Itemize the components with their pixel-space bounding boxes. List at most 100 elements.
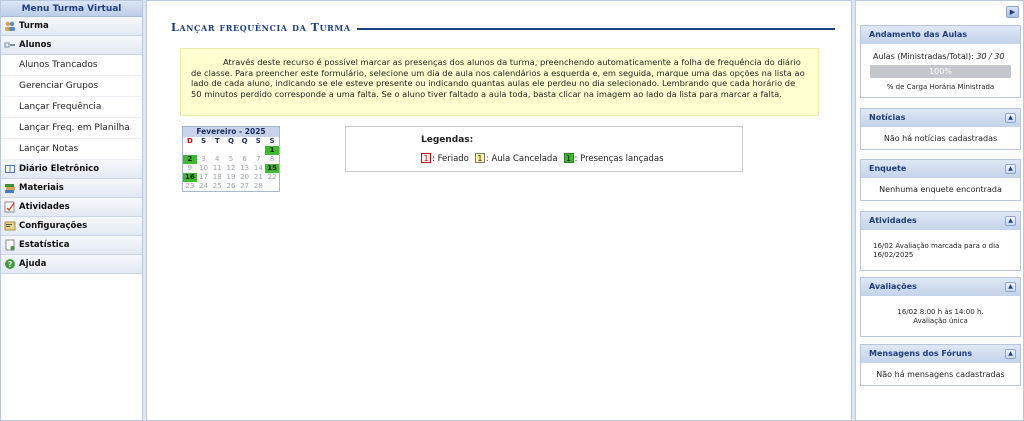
classes-value: 30 / 30 xyxy=(976,52,1005,61)
menu-item-lancar-notas[interactable]: Lançar Notas xyxy=(1,139,142,160)
calendar-day[interactable]: 2 xyxy=(183,155,197,164)
progress-text: 100% xyxy=(929,67,952,76)
calendar-day[interactable]: 3 xyxy=(197,155,211,164)
panel-foruns: Mensagens dos Fóruns ▲ Não há mensagens c… xyxy=(860,344,1021,386)
evaluation-item[interactable]: 16/02 8:00 h às 14:00 h. Avaliação única xyxy=(861,296,1020,326)
right-sidebar: ▶ Andamento das Aulas Aulas (Ministradas… xyxy=(855,0,1024,421)
panel-title: Enquete xyxy=(869,164,907,173)
legend-box: Legendas: 1: Feriado 1: Aula Cancelada 1… xyxy=(345,126,743,172)
collapse-icon[interactable]: ▲ xyxy=(1005,216,1016,226)
legend-attendance-label: : Presenças lançadas xyxy=(574,154,664,164)
calendar-day[interactable]: 27 xyxy=(238,182,252,191)
legend-holiday: 1: Feriado xyxy=(421,153,469,164)
calendar-day[interactable]: 26 xyxy=(224,182,238,191)
calendar-day[interactable]: 22 xyxy=(265,173,279,182)
calendar: Fevereiro - 2025 D S T Q Q S S 123456789… xyxy=(182,126,280,192)
calendar-day[interactable]: 17 xyxy=(197,173,211,182)
menu-item-gerenciar-grupos[interactable]: Gerenciar Grupos xyxy=(1,76,142,97)
panel-noticias: Notícias ▲ Não há notícias cadastradas xyxy=(860,108,1021,150)
calendar-day[interactable]: 25 xyxy=(210,182,224,191)
svg-text:?: ? xyxy=(8,260,13,269)
calendar-day[interactable]: 10 xyxy=(197,164,211,173)
weekday-label: Q xyxy=(241,137,248,145)
menu-section-configuracoes[interactable]: Configurações xyxy=(1,217,142,236)
evaluation-time: 16/02 8:00 h às 14:00 h. xyxy=(897,308,984,316)
menu-section-materiais[interactable]: Materiais xyxy=(1,179,142,198)
menu-section-label: Atividades xyxy=(19,202,70,212)
progress-bar: 100% xyxy=(870,65,1011,78)
legend-row: 1: Feriado 1: Aula Cancelada 1: Presença… xyxy=(421,153,670,164)
evaluation-type: Avaliação única xyxy=(913,317,968,325)
calendar-week: 1 xyxy=(183,146,279,155)
panel-text: Nenhuma enquete encontrada xyxy=(879,185,1002,194)
calendar-day[interactable]: 24 xyxy=(197,182,211,191)
legend-holiday-box: 1 xyxy=(421,153,431,163)
weekday-label: D xyxy=(186,137,193,145)
calendar-grid: D S T Q Q S S 1 2 3 4 5 6 7 8 9 10 11 12 13 14 15 16 17 1… xyxy=(183,137,279,191)
activity-date: 16/02 xyxy=(873,242,894,250)
calendar-day[interactable]: 8 xyxy=(265,155,279,164)
menu-section-label: Materiais xyxy=(19,183,64,193)
collapse-icon[interactable]: ▲ xyxy=(1005,113,1016,123)
calendar-day[interactable]: 21 xyxy=(251,173,265,182)
menu-section-diario[interactable]: Diário Eletrônico xyxy=(1,160,142,179)
calendar-day[interactable]: 6 xyxy=(238,155,252,164)
menu-section-ajuda[interactable]: ? Ajuda xyxy=(1,255,142,274)
calendar-week: 23 24 25 26 27 28 xyxy=(183,182,279,191)
legend-title: Legendas: xyxy=(421,135,474,145)
calendar-day[interactable]: 7 xyxy=(251,155,265,164)
menu-section-alunos[interactable]: Alunos xyxy=(1,36,142,55)
statistics-icon xyxy=(4,239,16,251)
weekday-label: S xyxy=(201,137,207,145)
menu-item-alunos-trancados[interactable]: Alunos Trancados xyxy=(1,55,142,76)
calendar-day[interactable]: 12 xyxy=(224,164,238,173)
collapse-icon[interactable]: ▲ xyxy=(1005,349,1016,359)
menu-item-lancar-freq-planilha[interactable]: Lançar Freq. em Planilha xyxy=(1,118,142,139)
legend-cancelled-label: : Aula Cancelada xyxy=(485,154,558,164)
weekday-label: S xyxy=(255,137,261,145)
collapse-icon[interactable]: ▲ xyxy=(1005,164,1016,174)
activity-item[interactable]: 16/02 Avaliação marcada para o dia 16/02… xyxy=(861,230,1020,259)
calendar-day[interactable]: 9 xyxy=(183,164,197,173)
weekday-label: T xyxy=(214,137,220,145)
progress-caption: % de Carga Horária Ministrada xyxy=(886,83,995,91)
panel-header: Atividades ▲ xyxy=(861,212,1020,230)
calendar-day[interactable]: 23 xyxy=(183,182,197,191)
panel-enquete: Enquete ▲ Nenhuma enquete encontrada xyxy=(860,159,1021,201)
calendar-day[interactable]: 1 xyxy=(265,146,279,155)
calendar-day[interactable]: 16 xyxy=(183,173,197,182)
calendar-empty-cell xyxy=(197,146,211,155)
activity-icon xyxy=(4,201,16,213)
menu-item-lancar-frequencia[interactable]: Lançar Frequência xyxy=(1,97,142,118)
calendar-day[interactable]: 13 xyxy=(238,164,252,173)
calendar-empty-cell xyxy=(238,146,252,155)
calendar-empty-cell xyxy=(265,182,279,191)
materials-icon xyxy=(4,182,16,194)
calendar-day[interactable]: 14 xyxy=(251,164,265,173)
calendar-day[interactable]: 28 xyxy=(251,182,265,191)
calendar-day[interactable]: 15 xyxy=(265,164,279,173)
panel-header: Avaliações ▲ xyxy=(861,278,1020,296)
weekday-label: Q xyxy=(227,137,234,145)
arrow-right-icon[interactable]: ▶ xyxy=(1006,6,1019,18)
book-icon xyxy=(4,163,16,175)
calendar-empty-cell xyxy=(210,146,224,155)
menu-section-turma[interactable]: Turma xyxy=(1,17,142,36)
calendar-week: 9 10 11 12 13 14 15 xyxy=(183,164,279,173)
menu-section-label: Estatística xyxy=(19,240,70,250)
menu-section-estatistica[interactable]: Estatística xyxy=(1,236,142,255)
panel-andamento: Andamento das Aulas Aulas (Ministradas/T… xyxy=(860,25,1021,98)
menu-section-atividades[interactable]: Atividades xyxy=(1,198,142,217)
collapse-icon[interactable]: ▲ xyxy=(1005,282,1016,292)
legend-attendance-box: 1 xyxy=(563,153,574,163)
calendar-day[interactable]: 18 xyxy=(210,173,224,182)
calendar-day[interactable]: 5 xyxy=(224,155,238,164)
legend-cancelled: 1: Aula Cancelada xyxy=(474,153,558,164)
calendar-day[interactable]: 19 xyxy=(224,173,238,182)
panel-atividades: Atividades ▲ 16/02 Avaliação marcada para… xyxy=(860,211,1021,271)
menu-section-label: Configurações xyxy=(19,221,88,231)
calendar-day[interactable]: 20 xyxy=(238,173,252,182)
menu-title: Menu Turma Virtual xyxy=(1,1,142,17)
calendar-day[interactable]: 11 xyxy=(210,164,224,173)
calendar-day[interactable]: 4 xyxy=(210,155,224,164)
